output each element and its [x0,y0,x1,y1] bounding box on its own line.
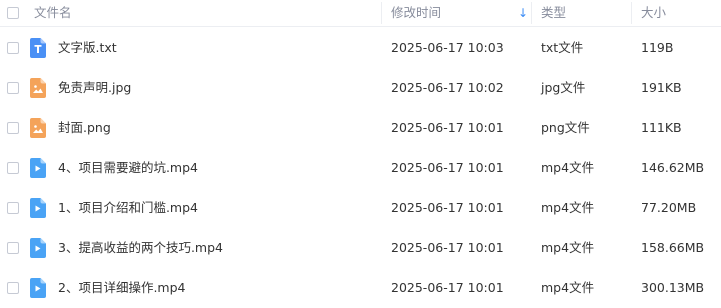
txt-file-icon [30,38,46,58]
file-size: 111KB [641,120,682,135]
row-checkbox[interactable] [7,202,19,214]
file-modified-time: 2025-06-17 10:02 [391,80,504,95]
file-type: png文件 [541,120,590,135]
select-all-checkbox[interactable] [7,7,19,19]
file-name[interactable]: 3、提高收益的两个技巧.mp4 [58,228,223,268]
video-file-icon [30,278,46,298]
file-name[interactable]: 2、项目详细操作.mp4 [58,268,186,308]
video-file-icon [30,158,46,178]
row-checkbox[interactable] [7,162,19,174]
file-name[interactable]: 1、项目介绍和门槛.mp4 [58,188,198,228]
file-type: jpg文件 [541,80,586,95]
file-type: mp4文件 [541,200,595,215]
column-divider[interactable] [381,2,382,24]
file-modified-time: 2025-06-17 10:01 [391,240,504,255]
file-name[interactable]: 文字版.txt [58,28,117,68]
row-checkbox[interactable] [7,282,19,294]
file-size: 119B [641,40,674,55]
file-row[interactable]: 1、项目介绍和门槛.mp4 2025-06-17 10:01 mp4文件 77.20M… [0,188,721,228]
file-size: 158.66MB [641,240,705,255]
file-size: 191KB [641,80,682,95]
file-row[interactable]: 文字版.txt 2025-06-17 10:03 txt文件 119B [0,28,721,68]
file-type: mp4文件 [541,240,595,255]
video-file-icon [30,238,46,258]
file-name[interactable]: 免责声明.jpg [58,68,131,108]
file-size: 300.13MB [641,280,705,295]
file-row[interactable]: 4、项目需要避的坑.mp4 2025-06-17 10:01 mp4文件 146.62… [0,148,721,188]
column-header-name[interactable]: 文件名 [34,0,72,26]
file-modified-time: 2025-06-17 10:01 [391,200,504,215]
row-checkbox[interactable] [7,82,19,94]
file-type: mp4文件 [541,280,595,295]
file-row[interactable]: 封面.png 2025-06-17 10:01 png文件 111KB [0,108,721,148]
file-row[interactable]: 免责声明.jpg 2025-06-17 10:02 jpg文件 191KB [0,68,721,108]
column-header-modified[interactable]: 修改时间 [391,0,441,26]
column-header-size[interactable]: 大小 [641,0,666,26]
file-row[interactable]: 2、项目详细操作.mp4 2025-06-17 10:01 mp4文件 300.13M… [0,268,721,308]
file-type: txt文件 [541,40,584,55]
file-modified-time: 2025-06-17 10:01 [391,120,504,135]
sort-descending-icon[interactable]: ↓ [518,0,528,26]
file-name[interactable]: 封面.png [58,108,111,148]
row-checkbox[interactable] [7,122,19,134]
file-name[interactable]: 4、项目需要避的坑.mp4 [58,148,198,188]
file-size: 146.62MB [641,160,705,175]
file-row[interactable]: 3、提高收益的两个技巧.mp4 2025-06-17 10:01 mp4文件 158.… [0,228,721,268]
file-list-table: 文件名 修改时间 ↓ 类型 大小 文字版.txt 2025-06-17 10:03… [0,0,721,306]
table-header: 文件名 修改时间 ↓ 类型 大小 [0,0,721,27]
row-checkbox[interactable] [7,242,19,254]
file-modified-time: 2025-06-17 10:03 [391,40,504,55]
image-file-icon [30,78,46,98]
column-header-type[interactable]: 类型 [541,0,566,26]
file-size: 77.20MB [641,200,697,215]
column-divider[interactable] [531,2,532,24]
file-type: mp4文件 [541,160,595,175]
column-divider[interactable] [631,2,632,24]
video-file-icon [30,198,46,218]
file-modified-time: 2025-06-17 10:01 [391,160,504,175]
file-modified-time: 2025-06-17 10:01 [391,280,504,295]
image-file-icon [30,118,46,138]
row-checkbox[interactable] [7,42,19,54]
